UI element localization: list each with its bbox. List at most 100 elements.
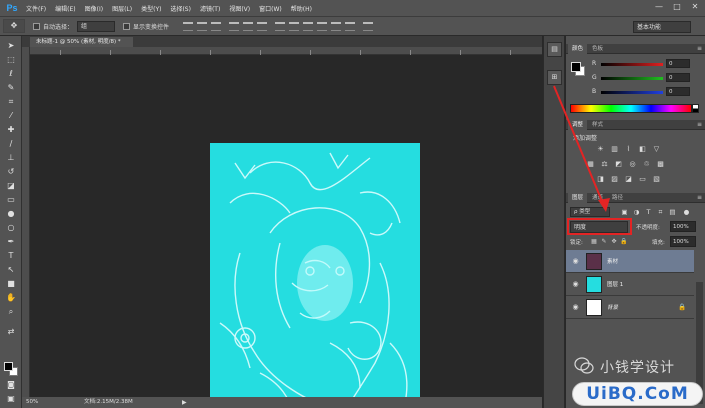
align-hcenter-icon[interactable] bbox=[243, 21, 254, 31]
crop-tool-icon[interactable]: ⌗ bbox=[5, 96, 17, 107]
workspace-dropdown[interactable]: 基本功能 bbox=[633, 21, 691, 33]
filter-shape-icon[interactable]: ⌗ bbox=[656, 207, 665, 217]
pen-tool-icon[interactable]: ✒ bbox=[5, 236, 17, 247]
show-transform-checkbox[interactable] bbox=[123, 22, 131, 30]
vibrance-icon[interactable]: ▽ bbox=[652, 145, 661, 153]
menu-select[interactable]: 选择(S) bbox=[170, 4, 191, 13]
eraser-tool-icon[interactable]: ◪ bbox=[5, 180, 17, 191]
blur-tool-icon[interactable]: ● bbox=[5, 208, 17, 219]
filter-adjustment-icon[interactable]: ◑ bbox=[632, 207, 641, 217]
align-bottom-icon[interactable] bbox=[211, 21, 222, 31]
selective-color-icon[interactable]: ▧ bbox=[652, 175, 661, 183]
distribute-vcenter-icon[interactable] bbox=[289, 21, 300, 31]
layer-row[interactable]: ◉ 背景 🔒 bbox=[566, 296, 694, 319]
brush-tool-icon[interactable]: ∕ bbox=[5, 138, 17, 149]
zoom-tool-icon[interactable]: ⌕ bbox=[5, 306, 17, 317]
history-panel-icon[interactable]: ▤ bbox=[547, 42, 562, 57]
eye-icon[interactable]: ◉ bbox=[571, 280, 580, 289]
foreground-color-swatch[interactable] bbox=[4, 362, 13, 371]
distribute-right-icon[interactable] bbox=[345, 21, 356, 31]
shape-tool-icon[interactable]: ■ bbox=[5, 278, 17, 289]
distribute-hcenter-icon[interactable] bbox=[331, 21, 342, 31]
align-top-icon[interactable] bbox=[183, 21, 194, 31]
exposure-icon[interactable]: ◧ bbox=[638, 145, 647, 153]
lock-pixels-icon[interactable]: ✎ bbox=[600, 237, 608, 246]
filter-smart-object-icon[interactable]: ▤ bbox=[668, 207, 677, 217]
move-tool-icon[interactable]: ✥ bbox=[3, 19, 25, 33]
panel-menu-icon[interactable]: ≡ bbox=[697, 120, 702, 130]
filter-toggle-icon[interactable]: ● bbox=[682, 207, 691, 217]
threshold-icon[interactable]: ◪ bbox=[624, 175, 633, 183]
red-value[interactable]: 0 bbox=[666, 59, 690, 68]
fill-input[interactable]: 100% bbox=[670, 236, 696, 247]
menu-view[interactable]: 视图(V) bbox=[229, 4, 250, 13]
distribute-left-icon[interactable] bbox=[317, 21, 328, 31]
canvas-area[interactable] bbox=[30, 56, 542, 408]
opacity-input[interactable]: 100% bbox=[670, 221, 696, 232]
history-brush-icon[interactable]: ↺ bbox=[5, 166, 17, 177]
hand-tool-icon[interactable]: ✋ bbox=[5, 292, 17, 303]
artwork-canvas[interactable] bbox=[210, 143, 420, 408]
close-button[interactable]: ✕ bbox=[689, 2, 701, 12]
color-foreground-swatch[interactable] bbox=[571, 62, 581, 72]
eyedropper-tool-icon[interactable]: ⁄ bbox=[5, 110, 17, 121]
gradient-tool-icon[interactable]: ▭ bbox=[5, 194, 17, 205]
layer-row[interactable]: ◉ 素材 bbox=[566, 250, 694, 273]
maximize-button[interactable]: □ bbox=[671, 2, 683, 12]
menu-type[interactable]: 类型(Y) bbox=[141, 4, 161, 13]
gradient-map-icon[interactable]: ▭ bbox=[638, 175, 647, 183]
channel-mixer-icon[interactable]: ♲ bbox=[642, 160, 651, 168]
layer-name[interactable]: 素材 bbox=[607, 257, 618, 265]
menu-edit[interactable]: 编辑(E) bbox=[55, 4, 75, 13]
curves-icon[interactable]: ⌇ bbox=[624, 145, 633, 153]
document-tab[interactable]: 未标题-1 @ 50% (素材, 明度/8) * bbox=[30, 37, 133, 47]
auto-select-checkbox[interactable] bbox=[33, 22, 40, 30]
layer-row[interactable]: ◉ 图层 1 bbox=[566, 273, 694, 296]
eye-icon[interactable]: ◉ bbox=[571, 257, 580, 266]
layer-name[interactable]: 图层 1 bbox=[607, 280, 623, 288]
panel-menu-icon[interactable]: ≡ bbox=[697, 44, 702, 54]
filter-type-icon[interactable]: T bbox=[644, 207, 653, 217]
screen-mode-icon[interactable]: ▣ bbox=[5, 393, 17, 404]
color-lookup-icon[interactable]: ▩ bbox=[656, 160, 665, 168]
path-select-icon[interactable]: ↖ bbox=[5, 264, 17, 275]
distribute-bottom-icon[interactable] bbox=[303, 21, 314, 31]
filter-pixel-icon[interactable]: ▣ bbox=[620, 207, 629, 217]
dodge-tool-icon[interactable]: ○ bbox=[5, 222, 17, 233]
panel-menu-icon[interactable]: ≡ bbox=[697, 193, 702, 203]
menu-layer[interactable]: 图层(L) bbox=[112, 4, 132, 13]
distribute-top-icon[interactable] bbox=[275, 21, 286, 31]
zoom-level[interactable]: 50% bbox=[26, 397, 38, 408]
clone-stamp-icon[interactable]: ⊥ bbox=[5, 152, 17, 163]
lasso-tool-icon[interactable]: ℓ bbox=[5, 68, 17, 79]
green-value[interactable]: 0 bbox=[666, 73, 690, 82]
marquee-tool-icon[interactable]: ⬚ bbox=[5, 54, 17, 65]
align-left-icon[interactable] bbox=[229, 21, 240, 31]
align-right-icon[interactable] bbox=[257, 21, 268, 31]
healing-brush-icon[interactable]: ✚ bbox=[5, 124, 17, 135]
move-tool-icon[interactable]: ➤ bbox=[5, 40, 17, 51]
auto-select-dropdown[interactable]: 组 bbox=[77, 20, 116, 32]
minimize-button[interactable]: — bbox=[653, 2, 665, 12]
tab-swatches[interactable]: 色板 bbox=[588, 44, 607, 54]
tab-color[interactable]: 颜色 bbox=[568, 44, 588, 54]
status-menu-arrow-icon[interactable]: ▶ bbox=[182, 397, 187, 408]
menu-image[interactable]: 图像(I) bbox=[85, 4, 103, 13]
layer-name[interactable]: 背景 bbox=[607, 303, 618, 311]
black-white-ramp[interactable] bbox=[692, 104, 699, 113]
eye-icon[interactable]: ◉ bbox=[571, 303, 580, 312]
lock-position-icon[interactable]: ✥ bbox=[610, 237, 618, 246]
quick-mask-icon[interactable]: ◙ bbox=[5, 379, 17, 390]
swap-colors-icon[interactable]: ⇄ bbox=[5, 326, 17, 337]
menu-file[interactable]: 文件(F) bbox=[26, 4, 46, 13]
auto-align-icon[interactable] bbox=[363, 21, 374, 31]
align-vcenter-icon[interactable] bbox=[197, 21, 208, 31]
photo-filter-icon[interactable]: ◎ bbox=[628, 160, 637, 168]
lock-all-icon[interactable]: 🔒 bbox=[620, 237, 628, 246]
lock-transparent-icon[interactable]: ▦ bbox=[590, 237, 598, 246]
menu-window[interactable]: 窗口(W) bbox=[259, 4, 282, 13]
menu-filter[interactable]: 滤镜(T) bbox=[200, 4, 220, 13]
blue-value[interactable]: 0 bbox=[666, 87, 690, 96]
red-slider[interactable] bbox=[601, 63, 663, 66]
type-tool-icon[interactable]: T bbox=[5, 250, 17, 261]
